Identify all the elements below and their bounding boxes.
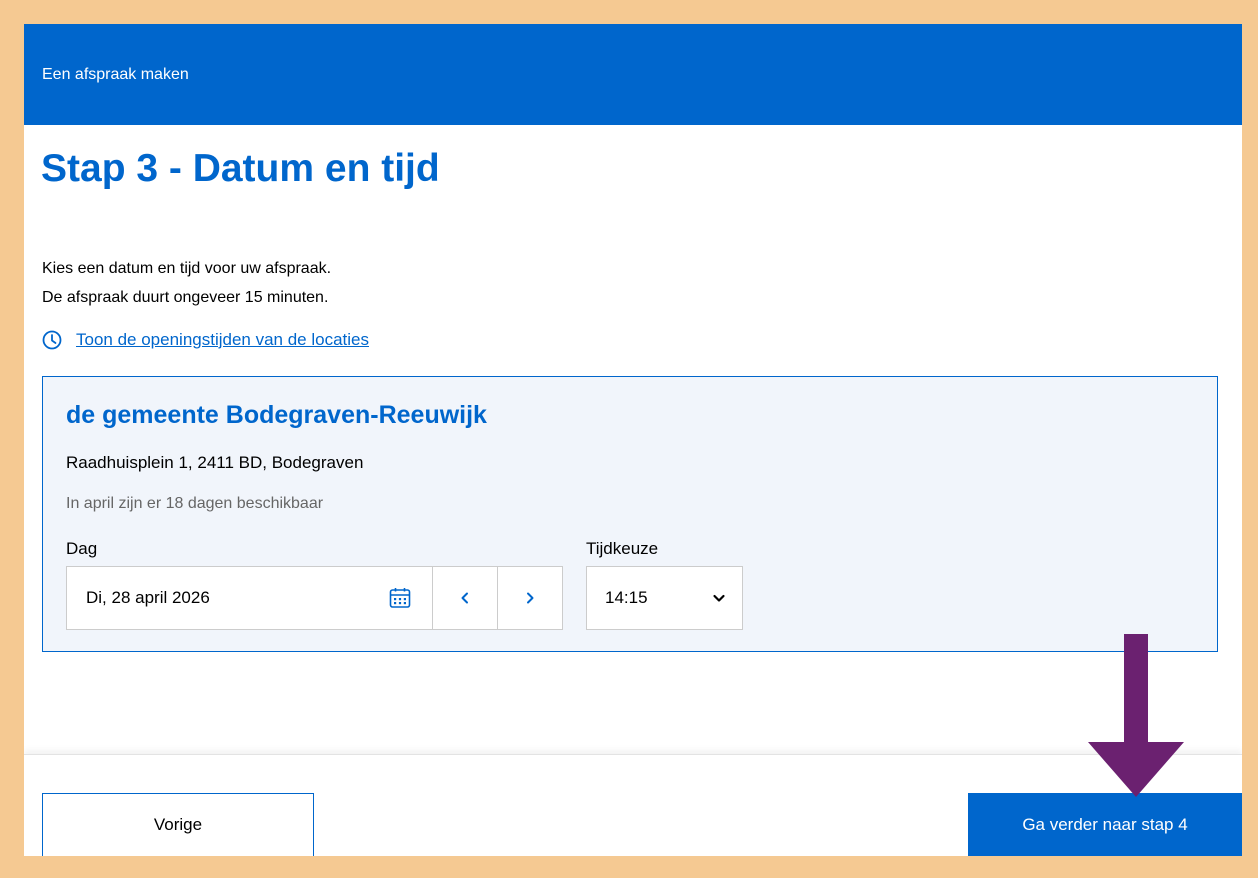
location-card: de gemeente Bodegraven-Reeuwijk Raadhuis… (42, 376, 1218, 652)
day-label: Dag (66, 539, 98, 558)
appointment-panel: Een afspraak maken Stap 3 - Datum en tij… (24, 24, 1242, 856)
header-title: Een afspraak maken (42, 65, 189, 83)
previous-button[interactable]: Vorige (42, 793, 314, 856)
next-step-button[interactable]: Ga verder naar stap 4 (968, 793, 1242, 856)
intro-line-1: Kies een datum en tijd voor uw afspraak. (42, 260, 332, 277)
chevron-right-icon (527, 592, 534, 604)
date-picker: Di, 28 april 2026 (66, 566, 563, 630)
calendar-icon[interactable] (388, 586, 412, 610)
chevron-left-icon (461, 592, 468, 604)
opening-hours-link[interactable]: Toon de openingstijden van de locaties (76, 330, 369, 350)
date-value: Di, 28 april 2026 (86, 588, 210, 607)
time-select[interactable]: 14:15 (586, 566, 743, 630)
availability-text: In april zijn er 18 dagen beschikbaar (66, 495, 324, 512)
location-address: Raadhuisplein 1, 2411 BD, Bodegraven (66, 453, 364, 472)
footer-bar: Vorige Ga verder naar stap 4 (24, 754, 1242, 856)
intro-line-2: De afspraak duurt ongeveer 15 minuten. (42, 289, 329, 306)
next-day-button[interactable] (498, 566, 563, 630)
arrow-down-icon (1088, 634, 1184, 797)
time-value: 14:15 (605, 588, 648, 607)
intro-text: Kies een datum en tijd voor uw afspraak.… (42, 254, 331, 312)
header-bar: Een afspraak maken (24, 24, 1242, 125)
location-name: de gemeente Bodegraven-Reeuwijk (66, 401, 487, 429)
previous-day-button[interactable] (433, 566, 498, 630)
opening-hours-row: Toon de openingstijden van de locaties (42, 330, 369, 350)
date-input[interactable]: Di, 28 april 2026 (66, 566, 433, 630)
time-label: Tijdkeuze (586, 539, 659, 558)
chevron-down-icon (713, 594, 725, 602)
page-title: Stap 3 - Datum en tijd (41, 147, 440, 190)
clock-icon (42, 330, 62, 350)
